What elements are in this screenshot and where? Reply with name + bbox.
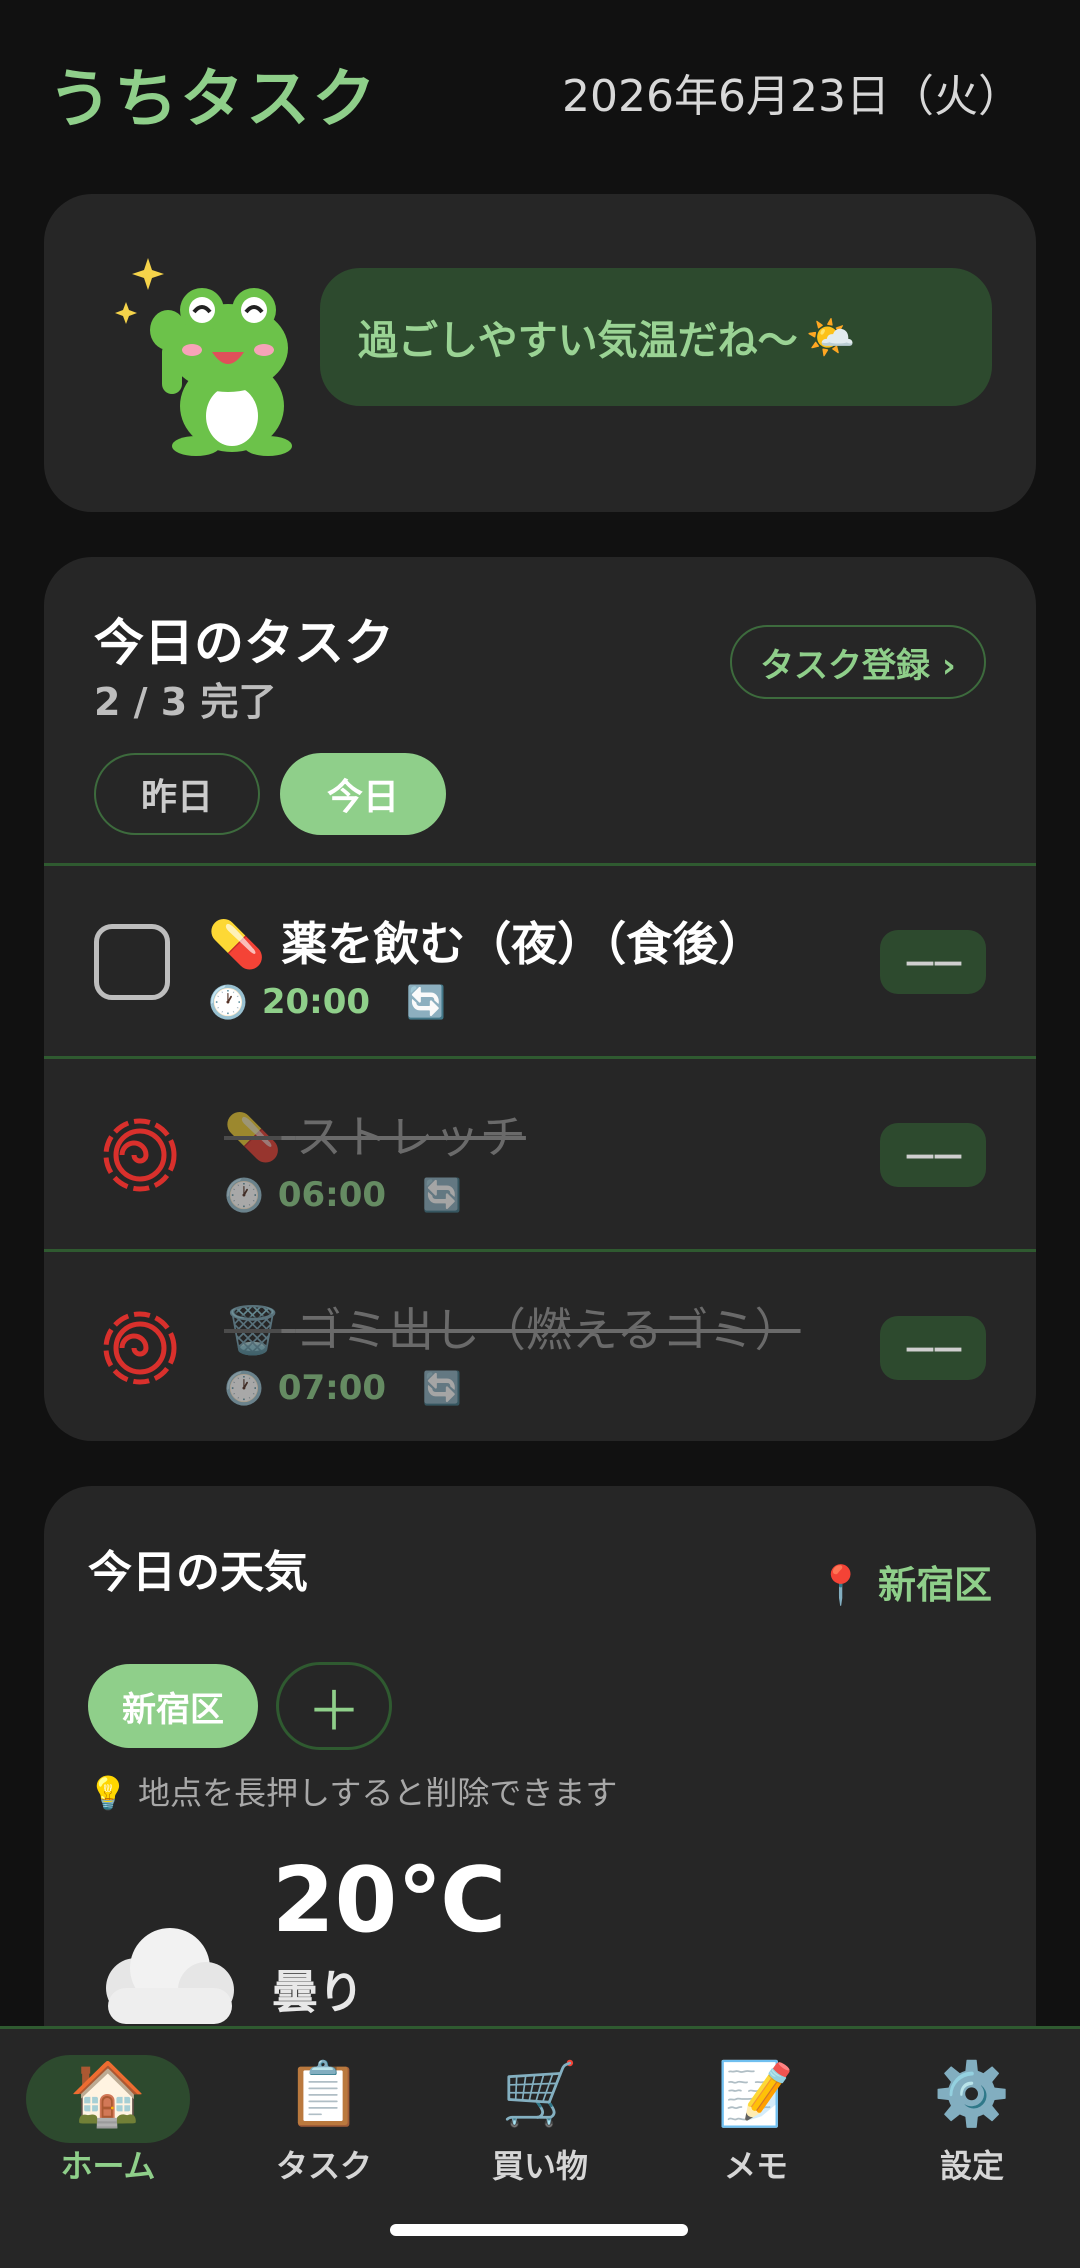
home-indicator[interactable] bbox=[390, 2224, 688, 2236]
weather-location[interactable]: 📍 新宿区 bbox=[817, 1554, 992, 1609]
trash-icon: 🗑️ bbox=[224, 1303, 282, 1357]
tasks-progress: 2 / 3 完了 bbox=[94, 680, 277, 724]
task-action-button[interactable]: —— bbox=[880, 930, 986, 994]
task-action-button[interactable]: —— bbox=[880, 1316, 986, 1380]
frog-mascot-icon bbox=[115, 258, 292, 456]
nav-label: メモ bbox=[723, 2147, 788, 2185]
nav-item-home[interactable]: 🏠 ホーム bbox=[0, 2053, 216, 2213]
done-spiral-icon[interactable] bbox=[100, 1115, 180, 1195]
task-row[interactable]: 💊 薬を飲む（夜）（食後） 🕐 20:00 🔄 —— bbox=[44, 863, 1036, 1056]
pill-icon: 💊 bbox=[208, 917, 266, 971]
task-name: 🗑️ ゴミ出し（燃えるゴミ） bbox=[224, 1294, 801, 1360]
repeat-icon: 🔄 bbox=[422, 1369, 462, 1407]
app-title: うちタスク bbox=[48, 63, 378, 137]
task-time: 07:00 bbox=[277, 1368, 387, 1408]
temperature: 20℃ bbox=[272, 1848, 507, 1953]
memo-icon: 📝 bbox=[717, 2057, 795, 2130]
house-icon: 🏠 bbox=[69, 2057, 147, 2130]
nav-item-settings[interactable]: ⚙️ 設定 bbox=[864, 2053, 1080, 2213]
current-date: 2026年6月23日（火） bbox=[562, 71, 1022, 122]
pill-icon: 💊 bbox=[224, 1110, 282, 1164]
mascot-speech-bubble: 過ごしやすい気温だね〜 🌤️ bbox=[320, 268, 992, 406]
clock-icon: 🕐 bbox=[224, 1176, 264, 1214]
nav-label: タスク bbox=[275, 2147, 372, 2185]
task-row[interactable]: 🗑️ ゴミ出し（燃えるゴミ） 🕐 07:00 🔄 —— bbox=[44, 1249, 1036, 1441]
nav-item-tasks[interactable]: 📋 タスク bbox=[216, 2053, 432, 2213]
task-name: 💊 薬を飲む（夜）（食後） bbox=[208, 908, 764, 974]
task-row[interactable]: 💊 ストレッチ 🕐 06:00 🔄 —— bbox=[44, 1056, 1036, 1249]
add-location-button[interactable]: ＋ bbox=[276, 1662, 392, 1750]
today-tasks-card: 今日のタスク 2 / 3 完了 タスク登録 › 昨日 今日 💊 薬を飲む（夜）（… bbox=[44, 557, 1036, 1441]
tab-yesterday[interactable]: 昨日 bbox=[94, 753, 260, 835]
hint-label: 地点を長押しすると削除できます bbox=[138, 1774, 618, 1812]
tasks-title: 今日のタスク bbox=[94, 614, 394, 672]
task-name-text: ストレッチ bbox=[295, 1110, 526, 1164]
weather-title: 今日の天気 bbox=[88, 1547, 308, 1598]
task-name-text: 薬を飲む（夜）（食後） bbox=[281, 917, 765, 971]
repeat-icon: 🔄 bbox=[406, 983, 446, 1021]
nav-label: ホーム bbox=[60, 2147, 156, 2185]
task-meta: 🕐 06:00 🔄 bbox=[224, 1175, 462, 1215]
task-action-button[interactable]: —— bbox=[880, 1123, 986, 1187]
task-meta: 🕐 07:00 🔄 bbox=[224, 1368, 462, 1408]
weather-condition: 曇り bbox=[272, 1965, 364, 2019]
task-time: 20:00 bbox=[261, 982, 371, 1022]
clipboard-icon: 📋 bbox=[285, 2057, 363, 2130]
nav-label: 買い物 bbox=[491, 2147, 588, 2185]
task-meta: 🕐 20:00 🔄 bbox=[208, 982, 446, 1022]
done-spiral-icon[interactable] bbox=[100, 1308, 180, 1388]
nav-item-memo[interactable]: 📝 メモ bbox=[648, 2053, 864, 2213]
gear-icon: ⚙️ bbox=[933, 2057, 1011, 2130]
mascot-card: 過ごしやすい気温だね〜 🌤️ bbox=[44, 194, 1036, 512]
register-task-button[interactable]: タスク登録 › bbox=[730, 625, 986, 699]
app-header: うちタスク 2026年6月23日（火） bbox=[0, 0, 1080, 180]
task-time: 06:00 bbox=[277, 1175, 387, 1215]
lightbulb-icon: 💡 bbox=[88, 1774, 128, 1812]
clock-icon: 🕐 bbox=[224, 1369, 264, 1407]
hint-text: 💡 地点を長押しすると削除できます bbox=[88, 1768, 617, 1814]
weather-location-label: 新宿区 bbox=[877, 1563, 992, 1607]
mascot-message: 過ごしやすい気温だね〜 bbox=[358, 318, 798, 364]
repeat-icon: 🔄 bbox=[422, 1176, 462, 1214]
task-checkbox[interactable] bbox=[94, 924, 170, 1000]
clock-icon: 🕐 bbox=[208, 983, 248, 1021]
sun-behind-cloud-icon: 🌤️ bbox=[805, 314, 856, 361]
nav-label: 設定 bbox=[939, 2147, 1004, 2185]
nav-item-shopping[interactable]: 🛒 買い物 bbox=[432, 2053, 648, 2213]
location-chip-shinjuku[interactable]: 新宿区 bbox=[88, 1664, 258, 1748]
pin-icon: 📍 bbox=[817, 1563, 865, 1607]
task-name: 💊 ストレッチ bbox=[224, 1101, 526, 1167]
cloud-icon bbox=[106, 1928, 234, 2024]
task-name-text: ゴミ出し（燃えるゴミ） bbox=[295, 1303, 801, 1357]
cart-icon: 🛒 bbox=[501, 2057, 579, 2130]
tab-today[interactable]: 今日 bbox=[280, 753, 446, 835]
